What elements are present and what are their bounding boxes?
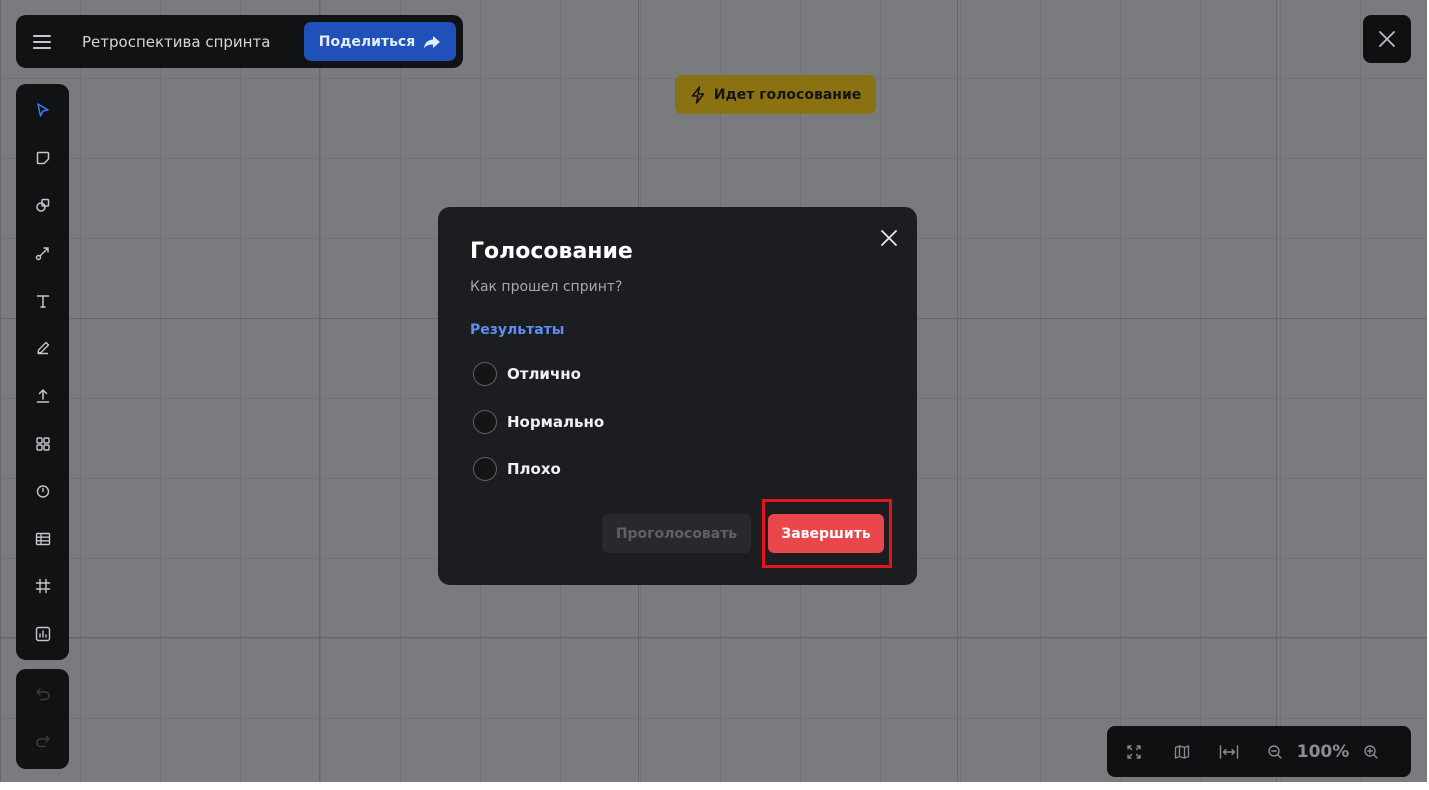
radio-button[interactable]: [473, 457, 497, 481]
exit-board-button[interactable]: [1363, 15, 1411, 63]
left-toolbar: [16, 84, 69, 660]
tool-table[interactable]: [16, 519, 69, 559]
pen-icon: [36, 341, 49, 355]
zoom-in-icon: [1364, 744, 1378, 759]
zoom-out-button[interactable]: [1255, 726, 1295, 777]
tool-chart[interactable]: [16, 614, 69, 654]
shapes-icon: [35, 198, 49, 212]
tool-pen[interactable]: [16, 328, 69, 368]
connector-icon: [35, 247, 49, 261]
vote-option-normal[interactable]: Нормально: [473, 410, 604, 434]
board-title[interactable]: Ретроспектива спринта: [82, 33, 304, 51]
hamburger-menu-icon: [33, 34, 51, 49]
tool-sticky-note[interactable]: [16, 138, 69, 178]
voting-modal: Голосование Как прошел спринт? Результат…: [438, 207, 917, 585]
close-icon: [1379, 31, 1395, 47]
zoom-out-icon: [1268, 744, 1282, 759]
minimap-icon: [1174, 744, 1190, 759]
undo-icon: [35, 688, 50, 701]
zoom-toolbar: 100%: [1107, 726, 1411, 777]
upload-icon: [36, 389, 49, 403]
redo-button[interactable]: [16, 721, 69, 761]
select-icon: [36, 103, 49, 117]
minimap-button[interactable]: [1161, 726, 1203, 777]
tool-templates[interactable]: [16, 424, 69, 464]
tool-connector[interactable]: [16, 233, 69, 273]
share-button-label: Поделиться: [318, 33, 416, 50]
vote-option-label: Нормально: [507, 413, 605, 431]
history-toolbar: [16, 669, 69, 769]
vote-option-bad[interactable]: Плохо: [473, 457, 561, 481]
finish-voting-button[interactable]: Завершить: [768, 514, 884, 553]
timer-icon: [36, 485, 49, 498]
fit-screen-icon: [1127, 744, 1141, 759]
chart-icon: [35, 626, 50, 642]
modal-close-button[interactable]: [874, 223, 904, 253]
top-bar: Ретроспектива спринта Поделиться: [16, 15, 463, 68]
vote-button[interactable]: Проголосовать: [602, 514, 751, 553]
menu-button[interactable]: [16, 15, 68, 68]
zoom-level[interactable]: 100%: [1295, 726, 1351, 777]
sticky-note-icon: [36, 151, 49, 165]
tool-shapes[interactable]: [16, 185, 69, 225]
text-icon: [36, 295, 49, 308]
tool-frame[interactable]: [16, 566, 69, 606]
tool-timer[interactable]: [16, 471, 69, 511]
results-link[interactable]: Результаты: [470, 322, 564, 338]
fit-width-button[interactable]: [1203, 726, 1255, 777]
share-button[interactable]: Поделиться: [304, 22, 456, 61]
radio-button[interactable]: [473, 362, 497, 386]
zoom-in-button[interactable]: [1351, 726, 1391, 777]
voting-status-label: Идет голосование: [713, 86, 862, 103]
redo-icon: [35, 735, 50, 748]
undo-button[interactable]: [16, 674, 69, 714]
table-icon: [35, 532, 50, 546]
vote-question: Как прошел спринт?: [470, 279, 623, 295]
fit-width-icon: [1219, 744, 1239, 759]
tool-select[interactable]: [16, 90, 69, 130]
close-icon: [881, 230, 897, 246]
lightning-icon: [691, 85, 705, 104]
modal-title: Голосование: [470, 239, 633, 264]
voting-status-badge[interactable]: Идет голосование: [675, 75, 876, 114]
vote-option-excellent[interactable]: Отлично: [473, 362, 581, 386]
fit-screen-button[interactable]: [1107, 726, 1161, 777]
tool-upload[interactable]: [16, 376, 69, 416]
vote-option-label: Отлично: [507, 365, 581, 383]
radio-button[interactable]: [473, 410, 497, 434]
tool-text[interactable]: [16, 281, 69, 321]
frame-icon: [35, 578, 50, 594]
share-arrow-icon: [424, 35, 441, 48]
templates-icon: [35, 437, 50, 451]
vote-option-label: Плохо: [507, 460, 561, 478]
